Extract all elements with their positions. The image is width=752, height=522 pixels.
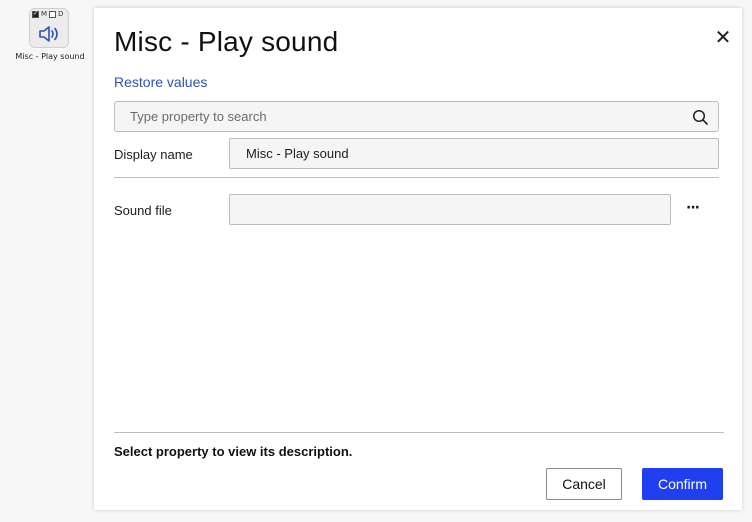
description-divider — [114, 432, 724, 433]
search-input[interactable] — [115, 102, 675, 131]
property-description: Select property to view its description. — [114, 444, 353, 459]
dialog-title: Misc - Play sound — [114, 26, 339, 57]
sound-file-label: Sound file — [114, 203, 172, 218]
play-sound-block[interactable]: ✓ M D — [29, 8, 69, 48]
flag-m-label: M — [41, 10, 48, 18]
properties-dialog: Misc - Play sound ✕ Restore values Displ… — [94, 8, 742, 510]
flag-d-label: D — [58, 10, 64, 18]
flag-m-checkbox[interactable]: ✓ — [32, 10, 39, 18]
flag-d-checkbox[interactable] — [49, 10, 57, 18]
divider — [114, 177, 719, 178]
speaker-icon — [39, 26, 58, 42]
display-name-field[interactable]: Misc - Play sound — [229, 138, 719, 169]
restore-values-link[interactable]: Restore values — [114, 74, 207, 90]
block-flags: ✓ M D — [32, 10, 63, 18]
confirm-button[interactable]: Confirm — [642, 468, 723, 500]
close-icon[interactable]: ✕ — [714, 27, 732, 47]
sound-file-field[interactable] — [229, 194, 671, 225]
display-name-label: Display name — [114, 147, 193, 162]
cancel-button[interactable]: Cancel — [546, 468, 622, 500]
property-search — [114, 101, 719, 132]
search-icon[interactable] — [692, 109, 708, 125]
block-label: Misc - Play sound — [15, 52, 85, 61]
browse-button[interactable]: ··· — [686, 200, 700, 216]
